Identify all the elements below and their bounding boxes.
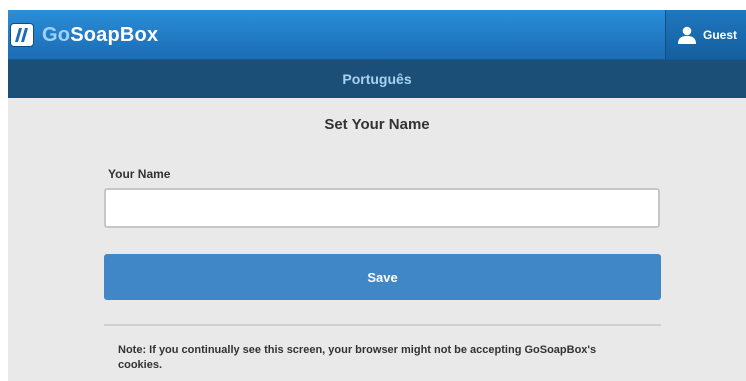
divider [104,324,661,326]
soapbox-logo-icon [10,23,34,47]
user-icon [678,26,696,44]
cookie-note: Note: If you continually see this screen… [118,344,597,371]
logo-text-go: Go [42,24,71,46]
page-title: Set Your Name [324,116,430,133]
logo-text-soapbox: SoapBox [70,24,159,46]
guest-label: Guest [703,27,738,42]
language-bar: Português [8,60,746,98]
app-window: GoSoapBox Guest Português Set Your Name … [0,0,746,381]
language-link-portugues[interactable]: Português [342,71,411,87]
main-content: Set Your Name Your Name Save Note: If yo… [8,98,746,381]
save-button[interactable]: Save [104,254,661,300]
guest-user-menu[interactable]: Guest [665,10,746,59]
your-name-label: Your Name [108,167,171,181]
top-header-bar: GoSoapBox Guest [8,10,746,60]
logo-text: GoSoapBox [42,23,158,47]
gosoapbox-logo[interactable]: GoSoapBox [10,22,158,48]
your-name-input[interactable] [104,188,660,228]
